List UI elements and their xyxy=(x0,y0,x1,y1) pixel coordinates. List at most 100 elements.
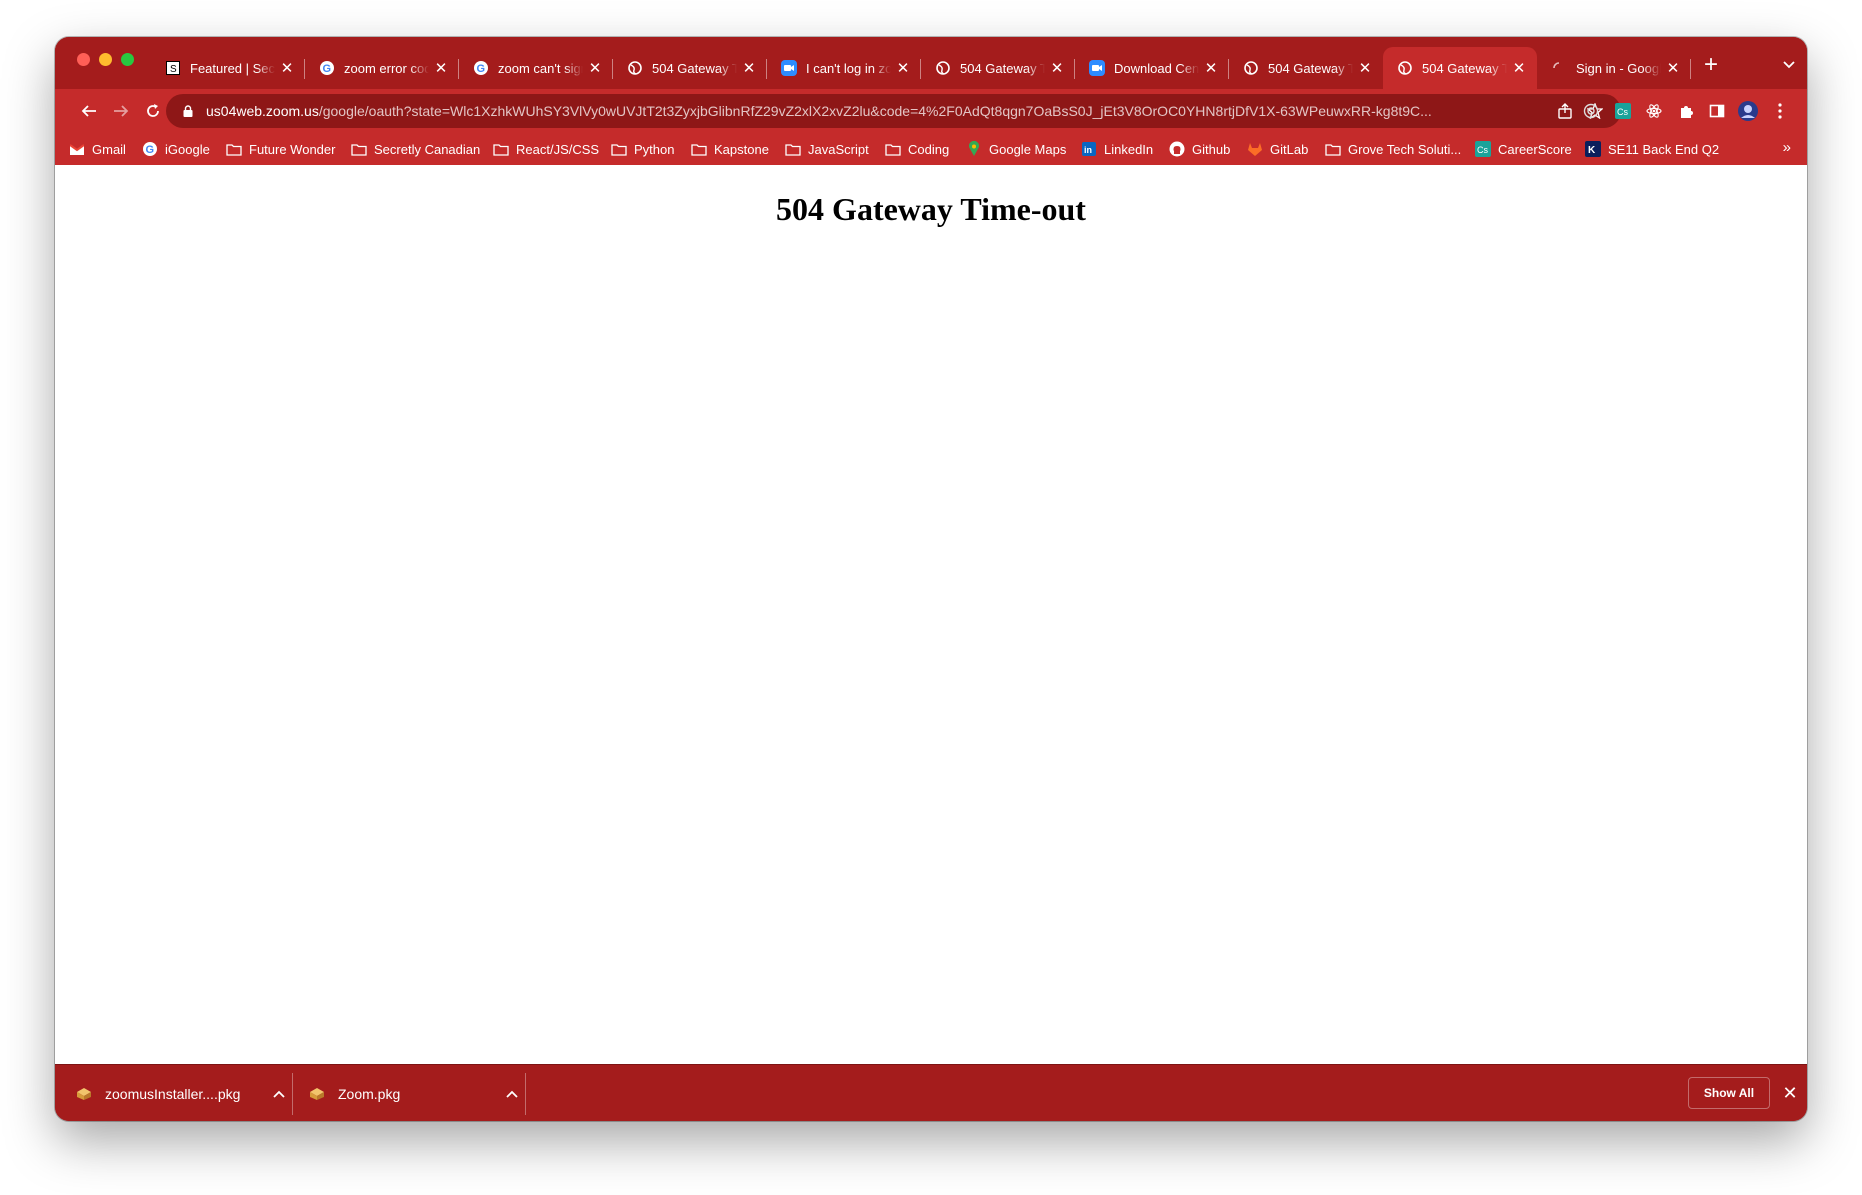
github-icon xyxy=(1169,141,1185,157)
bookmark-label: Google Maps xyxy=(989,141,1067,157)
tab[interactable]: I can't log in zoom ✕ xyxy=(767,47,921,89)
close-icon[interactable]: ✕ xyxy=(895,60,911,77)
svg-text:G: G xyxy=(323,63,332,75)
bookmark-folder-kapstone[interactable]: Kapstone xyxy=(691,139,769,159)
bookmark-gitlab[interactable]: GitLab xyxy=(1247,139,1308,159)
tab-search-button[interactable] xyxy=(1775,51,1803,79)
back-button[interactable] xyxy=(75,97,103,125)
tab-title: 504 Gateway Time-out xyxy=(960,60,1045,76)
folder-icon xyxy=(351,141,367,157)
close-icon[interactable]: ✕ xyxy=(1049,60,1065,77)
google-icon: G xyxy=(319,60,335,76)
zoom-window-button[interactable] xyxy=(121,53,134,66)
linkedin-icon: in xyxy=(1081,141,1097,157)
download-item[interactable]: zoomusInstaller....pkg xyxy=(75,1065,285,1121)
browser-window: S Featured | Secretly Canadian ✕ G zoom … xyxy=(55,37,1807,1121)
globe-icon xyxy=(1397,60,1413,76)
close-icon[interactable]: ✕ xyxy=(433,60,449,77)
toolbar: us04web.zoom.us/google/oauth?state=Wlc1X… xyxy=(55,89,1807,133)
tab-title: 504 Gateway Time-out xyxy=(1422,60,1507,76)
tab-title: Download Center xyxy=(1114,60,1199,76)
close-icon[interactable]: ✕ xyxy=(1665,60,1681,77)
forward-button[interactable] xyxy=(107,97,135,125)
address-bar[interactable]: us04web.zoom.us/google/oauth?state=Wlc1X… xyxy=(166,94,1621,128)
chevron-up-icon[interactable] xyxy=(503,1085,521,1103)
bookmark-folder-future-wonder[interactable]: Future Wonder xyxy=(226,139,335,159)
bookmark-google-maps[interactable]: Google Maps xyxy=(966,139,1066,159)
close-icon[interactable]: ✕ xyxy=(279,60,295,77)
extension-target-icon[interactable] xyxy=(1580,100,1602,122)
browser-menu-icon[interactable] xyxy=(1769,100,1791,122)
bookmark-folder-coding[interactable]: Coding xyxy=(885,139,949,159)
bookmark-gmail[interactable]: Gmail xyxy=(69,139,126,159)
folder-icon xyxy=(1325,141,1341,157)
close-icon[interactable]: ✕ xyxy=(1203,60,1219,77)
tab[interactable]: Download Center ✕ xyxy=(1075,47,1229,89)
react-devtools-icon[interactable] xyxy=(1643,100,1665,122)
tab-active[interactable]: 504 Gateway Time-out ✕ xyxy=(1383,47,1537,89)
tab-title: 504 Gateway Time-out xyxy=(1268,60,1353,76)
package-icon xyxy=(308,1086,326,1102)
bookmark-careerscore[interactable]: Cs CareerScore xyxy=(1475,139,1572,159)
page-title: 504 Gateway Time-out xyxy=(776,191,1086,227)
chevron-up-icon[interactable] xyxy=(270,1085,288,1103)
url-domain: us04web.zoom.us xyxy=(206,103,319,119)
reload-button[interactable] xyxy=(139,97,167,125)
tab[interactable]: G zoom can't sign in ✕ xyxy=(459,47,613,89)
close-icon[interactable]: ✕ xyxy=(1511,60,1527,77)
share-icon[interactable] xyxy=(1556,102,1574,120)
side-panel-icon[interactable] xyxy=(1706,100,1728,122)
divider xyxy=(292,1073,293,1115)
close-window-button[interactable] xyxy=(77,53,90,66)
close-icon[interactable]: ✕ xyxy=(1780,1083,1800,1103)
bookmark-linkedin[interactable]: in LinkedIn xyxy=(1081,139,1153,159)
google-icon: G xyxy=(473,60,489,76)
profile-avatar-icon[interactable] xyxy=(1737,100,1759,122)
bookmark-label: iGoogle xyxy=(165,141,210,157)
download-item[interactable]: Zoom.pkg xyxy=(308,1065,518,1121)
globe-icon xyxy=(1243,60,1259,76)
folder-icon xyxy=(691,141,707,157)
svg-text:G: G xyxy=(146,144,155,156)
careerscore-extension-icon[interactable]: Cs xyxy=(1612,100,1634,122)
bookmark-folder-react[interactable]: React/JS/CSS xyxy=(493,139,599,159)
close-icon[interactable]: ✕ xyxy=(741,60,757,77)
bookmark-github[interactable]: Github xyxy=(1169,139,1230,159)
new-tab-button[interactable]: + xyxy=(1695,49,1727,81)
tab[interactable]: G zoom error code ✕ xyxy=(305,47,459,89)
extensions-puzzle-icon[interactable] xyxy=(1675,100,1697,122)
tab[interactable]: 504 Gateway Time-out ✕ xyxy=(613,47,767,89)
tab[interactable]: S Featured | Secretly Canadian ✕ xyxy=(151,47,305,89)
bookmark-label: GitLab xyxy=(1270,141,1309,157)
chevron-down-icon xyxy=(1783,61,1795,69)
tab[interactable]: 504 Gateway Time-out ✕ xyxy=(1229,47,1383,89)
bookmarks-bar: Gmail G iGoogle Future Wonder Secretly C… xyxy=(55,133,1807,165)
bookmarks-overflow-button[interactable]: » xyxy=(1783,139,1791,156)
close-icon[interactable]: ✕ xyxy=(1357,60,1373,77)
globe-icon xyxy=(627,60,643,76)
folder-icon xyxy=(226,141,242,157)
minimize-window-button[interactable] xyxy=(99,53,112,66)
lock-icon[interactable] xyxy=(180,103,196,119)
bookmark-folder-grove-tech[interactable]: Grove Tech Soluti... xyxy=(1325,139,1461,159)
bookmark-folder-secretly-canadian[interactable]: Secretly Canadian xyxy=(351,139,480,159)
download-filename: zoomusInstaller....pkg xyxy=(105,1085,241,1102)
tab[interactable]: 504 Gateway Time-out ✕ xyxy=(921,47,1075,89)
show-all-downloads-button[interactable]: Show All xyxy=(1688,1077,1770,1109)
tab-title: I can't log in zoom xyxy=(806,60,891,76)
reload-icon xyxy=(147,104,159,117)
svg-text:G: G xyxy=(477,63,486,75)
bookmark-se11-back-end[interactable]: K SE11 Back End Q2 xyxy=(1585,139,1719,159)
close-icon[interactable]: ✕ xyxy=(587,60,603,77)
svg-text:K: K xyxy=(1588,145,1596,156)
zoom-icon xyxy=(781,60,797,76)
bookmark-folder-python[interactable]: Python xyxy=(611,139,674,159)
bookmark-label: Python xyxy=(634,141,675,157)
tab-title: zoom can't sign in xyxy=(498,60,583,76)
bookmark-label: Grove Tech Soluti... xyxy=(1348,141,1462,157)
tab[interactable]: Sign in - Google Accounts ✕ xyxy=(1537,47,1691,89)
bookmark-folder-javascript[interactable]: JavaScript xyxy=(785,139,869,159)
bookmark-label: SE11 Back End Q2 xyxy=(1608,141,1720,157)
bookmark-label: CareerScore xyxy=(1498,141,1572,157)
bookmark-igoogle[interactable]: G iGoogle xyxy=(142,139,210,159)
